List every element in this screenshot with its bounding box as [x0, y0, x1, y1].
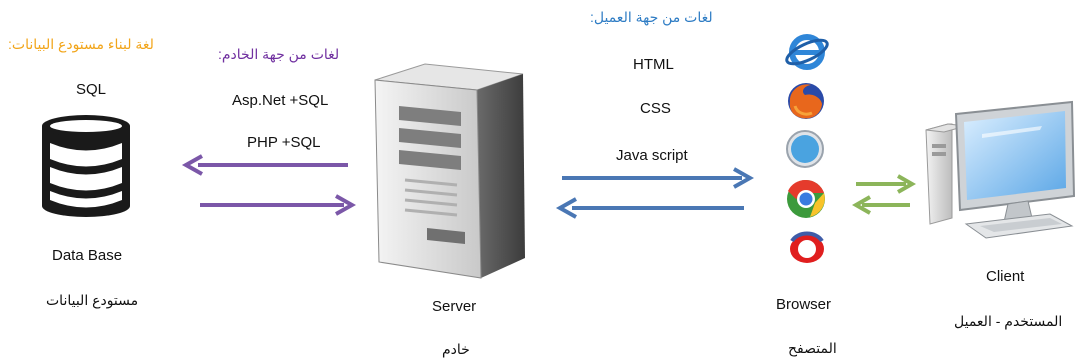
database-heading: لغة لبناء مستودع البيانات: — [8, 36, 154, 52]
firefox-icon — [788, 83, 824, 119]
database-label-en: Data Base — [52, 247, 123, 264]
browser-language-css: CSS — [640, 100, 671, 117]
server-language-2: PHP +SQL — [247, 134, 321, 151]
blue-arrow-right — [562, 167, 754, 189]
server-heading: لغات من جهة الخادم: — [218, 46, 340, 62]
chrome-icon — [787, 179, 825, 218]
browser-language-js: Java script — [616, 147, 688, 164]
client-label-en: Client — [986, 268, 1025, 285]
client-label-ar: المستخدم - العميل — [954, 313, 1063, 329]
database-label-ar: مستودع البيانات — [46, 292, 139, 308]
green-arrow-left — [852, 195, 910, 215]
desktop-computer-icon — [925, 100, 1076, 239]
browser-heading: لغات من جهة العميل: — [590, 9, 713, 25]
safari-icon — [786, 130, 824, 168]
server-label-en: Server — [432, 298, 477, 315]
database-icon — [42, 115, 130, 217]
opera-icon — [790, 231, 824, 263]
blue-arrow-left — [555, 197, 744, 219]
browser-label-en: Browser — [776, 296, 832, 313]
server-label-ar: خادم — [442, 341, 470, 357]
browser-language-html: HTML — [633, 56, 674, 73]
purple-arrow-left — [181, 154, 348, 176]
purple-arrow-right — [200, 194, 356, 216]
server-tower-icon — [374, 63, 525, 279]
internet-explorer-icon — [785, 34, 829, 70]
green-arrow-right — [856, 174, 916, 194]
database-language: SQL — [76, 81, 107, 98]
server-language-1: Asp.Net +SQL — [232, 92, 329, 109]
browser-label-ar: المتصفح — [788, 340, 837, 356]
